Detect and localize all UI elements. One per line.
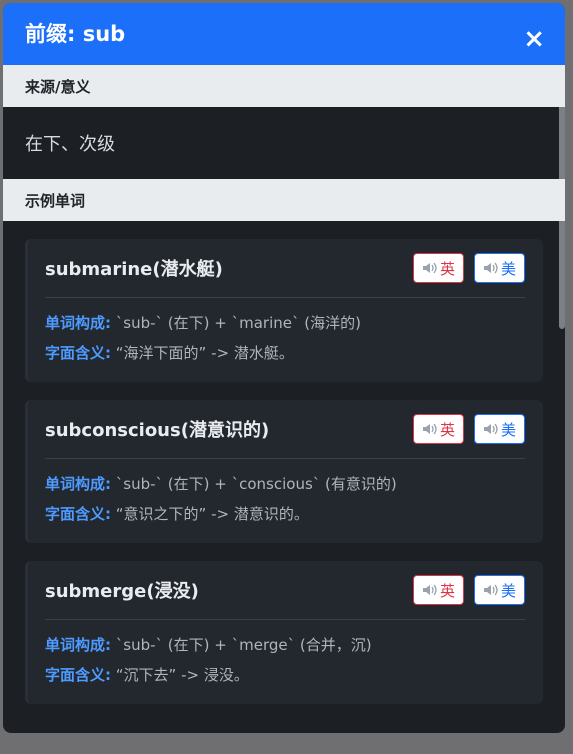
meaning-label: 字面含义: — [45, 505, 111, 523]
meaning-label: 字面含义: — [45, 344, 111, 362]
word-card-body: 单词构成: `sub-` (在下) + `merge` (合并，沉) 字面含义:… — [45, 620, 525, 704]
us-label: 美 — [500, 259, 516, 278]
uk-label: 英 — [439, 581, 455, 600]
formation-line: 单词构成: `sub-` (在下) + `marine` (海洋的) — [45, 308, 525, 338]
prefix-modal: 前缀: sub × 来源/意义 在下、次级 示例单词 submarine(潜水艇… — [3, 3, 565, 733]
word-list: submarine(潜水艇) 英 美 单词构成: `sub-` (在下) + ` — [3, 221, 565, 704]
us-label: 美 — [500, 420, 516, 439]
meaning-label: 字面含义: — [45, 666, 111, 684]
formation-line: 单词构成: `sub-` (在下) + `merge` (合并，沉) — [45, 630, 525, 660]
meaning-text: “沉下去” -> 浸没。 — [115, 666, 249, 684]
formation-label: 单词构成: — [45, 314, 111, 332]
us-pronounce-button[interactable]: 美 — [473, 253, 525, 283]
speaker-icon — [422, 262, 437, 274]
uk-label: 英 — [439, 259, 455, 278]
word-card-header: submerge(浸没) 英 美 — [45, 561, 525, 620]
word-card-body: 单词构成: `sub-` (在下) + `marine` (海洋的) 字面含义:… — [45, 298, 525, 382]
speaker-icon — [422, 584, 437, 596]
pronunciation-buttons: 英 美 — [412, 575, 525, 605]
pronunciation-buttons: 英 美 — [412, 253, 525, 283]
speaker-icon — [483, 423, 498, 435]
modal-title: 前缀: sub — [25, 21, 126, 46]
word-card: submerge(浸没) 英 美 单词构成: `sub-` (在下) + `me — [25, 561, 543, 704]
word-title: submarine(潜水艇) — [45, 259, 223, 280]
us-label: 美 — [500, 581, 516, 600]
uk-pronounce-button[interactable]: 英 — [412, 253, 464, 283]
us-pronounce-button[interactable]: 美 — [473, 414, 525, 444]
origin-text: 在下、次级 — [25, 134, 115, 155]
formation-text: `sub-` (在下) + `conscious` (有意识的) — [115, 475, 397, 493]
uk-pronounce-button[interactable]: 英 — [412, 575, 464, 605]
word-card-body: 单词构成: `sub-` (在下) + `conscious` (有意识的) 字… — [45, 459, 525, 543]
uk-pronounce-button[interactable]: 英 — [412, 414, 464, 444]
meaning-text: “海洋下面的” -> 潜水艇。 — [115, 344, 294, 362]
speaker-icon — [422, 423, 437, 435]
origin-heading: 来源/意义 — [3, 65, 565, 107]
pronunciation-buttons: 英 美 — [412, 414, 525, 444]
speaker-icon — [483, 584, 498, 596]
formation-label: 单词构成: — [45, 475, 111, 493]
meaning-line: 字面含义: “意识之下的” -> 潜意识的。 — [45, 499, 525, 529]
uk-label: 英 — [439, 420, 455, 439]
examples-heading: 示例单词 — [3, 179, 565, 221]
word-card-header: subconscious(潜意识的) 英 美 — [45, 400, 525, 459]
modal-body: 来源/意义 在下、次级 示例单词 submarine(潜水艇) 英 美 单词构成… — [3, 65, 565, 704]
formation-line: 单词构成: `sub-` (在下) + `conscious` (有意识的) — [45, 469, 525, 499]
us-pronounce-button[interactable]: 美 — [473, 575, 525, 605]
word-card-header: submarine(潜水艇) 英 美 — [45, 239, 525, 298]
formation-label: 单词构成: — [45, 636, 111, 654]
formation-text: `sub-` (在下) + `marine` (海洋的) — [115, 314, 361, 332]
word-title: subconscious(潜意识的) — [45, 420, 270, 441]
formation-text: `sub-` (在下) + `merge` (合并，沉) — [115, 636, 372, 654]
meaning-line: 字面含义: “海洋下面的” -> 潜水艇。 — [45, 338, 525, 368]
speaker-icon — [483, 262, 498, 274]
word-card: submarine(潜水艇) 英 美 单词构成: `sub-` (在下) + ` — [25, 239, 543, 382]
close-icon[interactable]: × — [523, 26, 545, 52]
modal-header: 前缀: sub × — [3, 3, 565, 65]
word-title: submerge(浸没) — [45, 581, 199, 602]
word-card: subconscious(潜意识的) 英 美 单词构成: `sub-` (在下) — [25, 400, 543, 543]
meaning-line: 字面含义: “沉下去” -> 浸没。 — [45, 660, 525, 690]
meaning-text: “意识之下的” -> 潜意识的。 — [115, 505, 309, 523]
